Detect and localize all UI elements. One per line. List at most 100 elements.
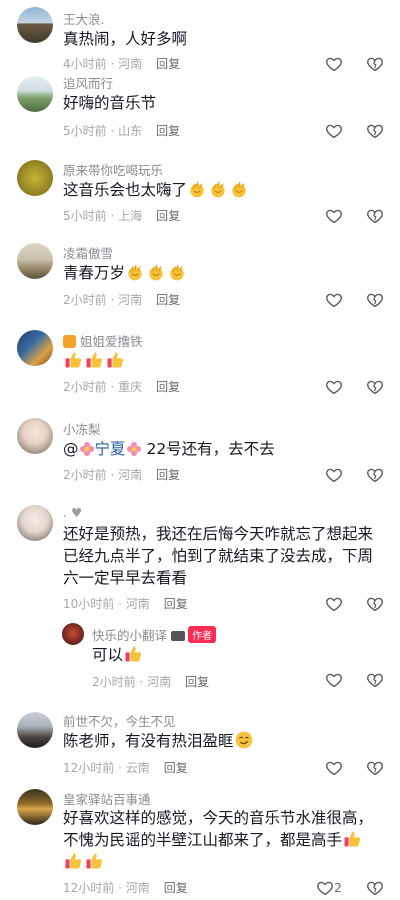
broken-heart-icon[interactable] xyxy=(366,759,384,777)
broken-heart-icon[interactable] xyxy=(366,595,384,613)
heart-small-icon: ♥ xyxy=(70,505,83,520)
thumbs-up-emoji xyxy=(342,829,362,849)
thumbs-up-emoji xyxy=(105,350,125,370)
comment-text-body: 真热闹，人好多啊 xyxy=(63,30,188,48)
comment-text-line: 六一定早早去看看 xyxy=(63,569,188,587)
clap-emoji xyxy=(208,179,228,199)
comment-location: 河南 xyxy=(125,597,150,611)
comment-text-body: 这音乐会也太嗨了 xyxy=(63,181,188,199)
reply-button[interactable]: 回复 xyxy=(185,675,209,689)
heart-icon[interactable] xyxy=(325,207,343,225)
clap-emoji xyxy=(125,262,145,282)
flower-emoji xyxy=(126,441,142,457)
comment-meta: 4小时前 · 河南 回复 xyxy=(63,57,181,71)
comment-text-line: 不愧为民谣的半壁江山都来了，都是高手 xyxy=(63,829,393,851)
reply-button[interactable]: 回复 xyxy=(156,293,180,307)
avatar[interactable] xyxy=(17,243,53,279)
thumbs-up-emoji xyxy=(63,851,83,871)
comment-author[interactable]: 姐姐爱撸铁 xyxy=(63,331,143,350)
comment-author[interactable]: 追风而行 xyxy=(63,73,113,92)
reply-button[interactable]: 回复 xyxy=(156,468,180,482)
comment-author-name: 快乐的小翻译 xyxy=(92,628,168,643)
comment-author[interactable]: 前世不欠，今生不见 xyxy=(63,711,176,730)
avatar[interactable] xyxy=(17,160,53,196)
reply-button[interactable]: 回复 xyxy=(164,761,188,775)
comment-meta: 5小时前 · 山东 回复 xyxy=(63,124,181,138)
heart-icon[interactable] xyxy=(325,55,343,73)
heart-icon[interactable] xyxy=(325,759,343,777)
broken-heart-icon[interactable] xyxy=(366,122,384,140)
comment-location: 河南 xyxy=(118,293,143,307)
broken-heart-icon[interactable] xyxy=(366,291,384,309)
comment-author[interactable]: 小冻梨 xyxy=(63,419,101,438)
reply-button[interactable]: 回复 xyxy=(164,881,188,895)
avatar[interactable] xyxy=(62,623,84,645)
comment-time: 2小时前 xyxy=(63,293,107,307)
comment-time: 5小时前 xyxy=(63,209,107,223)
avatar[interactable] xyxy=(17,330,53,366)
thumbs-up-emoji xyxy=(123,644,143,664)
reply-button[interactable]: 回复 xyxy=(156,380,180,394)
comment-text: 真热闹，人好多啊 xyxy=(63,28,363,50)
comment-author[interactable]: 原来带你吃喝玩乐 xyxy=(63,160,163,179)
heart-icon[interactable] xyxy=(325,378,343,396)
comment-author[interactable]: . ♥ xyxy=(63,505,82,520)
comment-time: 4小时前 xyxy=(63,57,107,71)
thumbs-up-emoji xyxy=(63,350,83,370)
avatar[interactable] xyxy=(17,418,53,454)
comment-text xyxy=(63,350,363,372)
broken-heart-icon[interactable] xyxy=(366,55,384,73)
comment-location: 上海 xyxy=(118,209,143,223)
comment-time: 5小时前 xyxy=(63,124,107,138)
comment-meta: 2小时前 · 河南 回复 xyxy=(63,468,181,482)
comment-text-body: 好嗨的音乐节 xyxy=(63,94,157,112)
comment-meta: 2小时前 · 重庆 回复 xyxy=(63,380,181,394)
comment-text: 好嗨的音乐节 xyxy=(63,92,363,114)
thumbs-up-emoji xyxy=(84,350,104,370)
comment-text-line xyxy=(63,851,393,873)
avatar[interactable] xyxy=(17,76,53,112)
broken-heart-icon[interactable] xyxy=(366,466,384,484)
comment-text-line: 已经九点半了，怕到了就结束了没去成，下周 xyxy=(63,547,374,565)
comment-text-line: 好喜欢这样的感觉，今天的音乐节水准很高， xyxy=(63,809,374,827)
heart-icon[interactable] xyxy=(325,291,343,309)
reply-button[interactable]: 回复 xyxy=(156,124,180,138)
comment-time: 2小时前 xyxy=(63,468,107,482)
reply-button[interactable]: 回复 xyxy=(156,209,180,223)
comment-time: 10小时前 xyxy=(63,597,115,611)
comment-author-name: 姐姐爱撸铁 xyxy=(80,334,143,349)
heart-icon[interactable] xyxy=(325,466,343,484)
comment-location: 云南 xyxy=(125,761,150,775)
broken-heart-icon[interactable] xyxy=(366,671,384,689)
heart-icon[interactable] xyxy=(316,879,334,897)
comment-text: 好喜欢这样的感觉，今天的音乐节水准很高， 不愧为民谣的半壁江山都来了，都是高手 xyxy=(63,807,393,873)
avatar[interactable] xyxy=(17,7,53,43)
comment-text-body: 青春万岁 xyxy=(63,264,126,282)
comment-text-body: 22号还有，去不去 xyxy=(146,440,275,458)
avatar[interactable] xyxy=(17,505,53,541)
heart-icon[interactable] xyxy=(325,595,343,613)
clap-emoji xyxy=(187,179,207,199)
comment-author[interactable]: 王大浪. xyxy=(63,9,104,28)
heart-icon[interactable] xyxy=(325,671,343,689)
comment-text-line: 还好是预热，我还在后悔今天咋就忘了想起来 xyxy=(63,525,374,543)
broken-heart-icon[interactable] xyxy=(366,879,384,897)
comment-author-name: . xyxy=(63,505,67,520)
broken-heart-icon[interactable] xyxy=(366,378,384,396)
avatar[interactable] xyxy=(17,789,53,825)
comment-text: 陈老师，有没有热泪盈眶 xyxy=(63,730,363,752)
broken-heart-icon[interactable] xyxy=(366,207,384,225)
comment-text: 这音乐会也太嗨了 xyxy=(63,179,363,201)
comment-author[interactable]: 皇家驿站百事通 xyxy=(63,789,151,808)
reply-button[interactable]: 回复 xyxy=(164,597,188,611)
comment-text: @ 宁夏 22号还有，去不去 xyxy=(63,440,275,458)
avatar[interactable] xyxy=(17,712,53,748)
clap-emoji xyxy=(146,262,166,282)
comment-location: 河南 xyxy=(125,881,150,895)
comment-author[interactable]: 快乐的小翻译 作者 xyxy=(92,625,216,644)
comment-location: 河南 xyxy=(118,468,143,482)
mention-link[interactable]: 宁夏 xyxy=(95,440,126,458)
reply-button[interactable]: 回复 xyxy=(156,57,180,71)
heart-icon[interactable] xyxy=(325,122,343,140)
comment-author[interactable]: 凌霜傲雪 xyxy=(63,243,113,262)
